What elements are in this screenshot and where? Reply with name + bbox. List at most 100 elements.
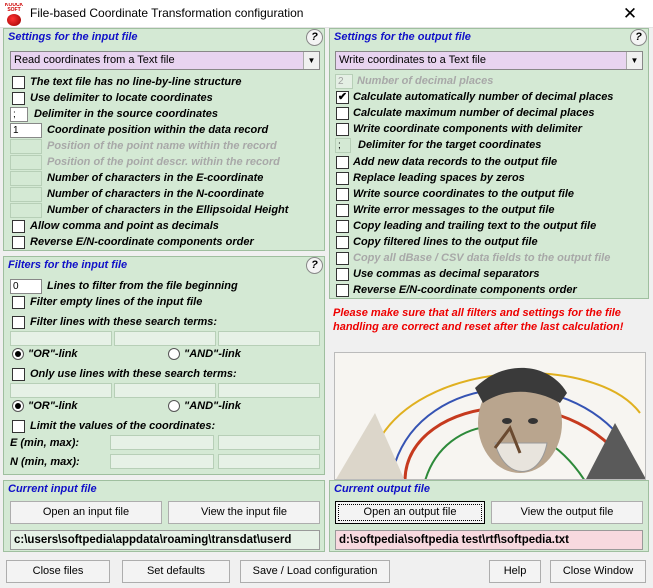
input-field-value[interactable] [10, 155, 42, 170]
only-and-label: "AND"-link [184, 400, 241, 412]
output-settings-title: Settings for the output file [334, 31, 471, 43]
view-output-button[interactable]: View the output file [491, 501, 643, 524]
n-min-input[interactable] [110, 454, 214, 469]
input-settings-title: Settings for the input file [8, 31, 138, 43]
only-term-3[interactable] [218, 383, 320, 398]
output-option-checkbox[interactable] [336, 188, 349, 201]
output-option-checkbox[interactable] [336, 156, 349, 169]
output-option-checkbox[interactable] [336, 172, 349, 185]
input-field-label: Number of characters in the Ellipsoidal … [47, 204, 289, 216]
view-input-button[interactable]: View the input file [168, 501, 320, 524]
open-output-button[interactable]: Open an output file [335, 501, 485, 524]
output-path-field[interactable]: d:\softpedia\softpedia test\rtf\softpedi… [335, 530, 643, 550]
filter-empty-label: Filter empty lines of the input file [30, 296, 203, 308]
filter-term-2[interactable] [114, 331, 216, 346]
output-delimiter-label: Delimiter for the target coordinates [358, 139, 542, 151]
filter-or-radio[interactable] [12, 348, 24, 360]
input-field-label: Number of characters in the N-coordinate [47, 188, 264, 200]
input-option-checkbox[interactable] [12, 92, 25, 105]
chevron-down-icon[interactable]: ▼ [626, 52, 642, 69]
filter-empty-checkbox[interactable] [12, 296, 25, 309]
only-and-radio[interactable] [168, 400, 180, 412]
output-option-checkbox[interactable] [336, 284, 349, 297]
close-window-button[interactable]: Close Window [550, 560, 646, 583]
filters-panel: Filters for the input file ? 0 Lines to … [3, 256, 325, 475]
filters-title: Filters for the input file [8, 259, 128, 271]
help-icon[interactable]: ? [306, 257, 323, 274]
input-format-value: Read coordinates from a Text file [14, 54, 175, 66]
set-defaults-button[interactable]: Set defaults [122, 560, 230, 583]
help-icon[interactable]: ? [630, 29, 647, 46]
input-format-select[interactable]: Read coordinates from a Text file ▼ [10, 51, 320, 70]
limit-values-checkbox[interactable] [12, 420, 25, 433]
only-term-2[interactable] [114, 383, 216, 398]
input-option-checkbox[interactable] [12, 76, 25, 89]
only-or-radio[interactable] [12, 400, 24, 412]
decimal-places-input[interactable]: 2 [335, 74, 353, 89]
output-option-label: Reverse E/N-coordinate components order [353, 284, 577, 296]
current-output-panel: Current output file Open an output file … [329, 480, 649, 552]
close-icon[interactable]: ✕ [615, 3, 645, 25]
close-files-button[interactable]: Close files [6, 560, 110, 583]
input-option-checkbox[interactable] [12, 236, 25, 249]
output-option-checkbox[interactable] [336, 107, 349, 120]
input-option-label: Use delimiter to locate coordinates [30, 92, 213, 104]
filter-or-label: "OR"-link [28, 348, 78, 360]
output-settings-panel: Settings for the output file ? Write coo… [329, 28, 649, 299]
filter-and-radio[interactable] [168, 348, 180, 360]
output-delimiter-field[interactable]: ; [335, 138, 351, 153]
input-field-value[interactable]: 1 [10, 123, 42, 138]
bottom-button-bar: Close files Set defaults Save / Load con… [0, 556, 653, 588]
only-terms-checkbox[interactable] [12, 368, 25, 381]
chevron-down-icon[interactable]: ▼ [303, 52, 319, 69]
input-field-label: Number of characters in the E-coordinate [47, 172, 264, 184]
only-term-1[interactable] [10, 383, 112, 398]
input-path-field[interactable]: c:\users\softpedia\appdata\roaming\trans… [10, 530, 320, 550]
input-field-label: Position of the point name within the re… [47, 140, 277, 152]
open-input-button[interactable]: Open an input file [10, 501, 162, 524]
lines-filter-input[interactable]: 0 [10, 279, 42, 294]
input-option-checkbox[interactable] [12, 220, 25, 233]
lines-filter-label: Lines to filter from the file beginning [47, 280, 238, 292]
save-load-config-button[interactable]: Save / Load configuration [240, 560, 390, 583]
help-button[interactable]: Help [489, 560, 541, 583]
input-delimiter-field[interactable]: ; [10, 107, 28, 122]
logo-text: KOUCK SOFT [4, 3, 24, 13]
e-min-input[interactable] [110, 435, 214, 450]
output-option-checkbox[interactable]: ✔ [336, 91, 349, 104]
filter-and-label: "AND"-link [184, 348, 241, 360]
limit-values-label: Limit the values of the coordinates: [30, 420, 216, 432]
output-option-checkbox[interactable] [336, 236, 349, 249]
output-option-label: Copy all dBase / CSV data fields to the … [353, 252, 611, 264]
input-field-value[interactable] [10, 203, 42, 218]
input-field-value[interactable] [10, 187, 42, 202]
output-option-checkbox[interactable] [336, 252, 349, 265]
input-field-value[interactable] [10, 171, 42, 186]
output-option-checkbox[interactable] [336, 220, 349, 233]
output-option-label: Calculate maximum number of decimal plac… [353, 107, 595, 119]
decorative-image [334, 352, 646, 480]
current-output-title: Current output file [334, 483, 430, 495]
window-title: File-based Coordinate Transformation con… [30, 6, 304, 20]
warning-text: Please make sure that all filters and se… [333, 307, 624, 333]
input-field-label: Position of the point descr. within the … [47, 156, 280, 168]
input-option-label: Allow comma and point as decimals [30, 220, 219, 232]
filter-term-3[interactable] [218, 331, 320, 346]
filter-terms-checkbox[interactable] [12, 316, 25, 329]
input-settings-panel: Settings for the input file ? Read coord… [3, 28, 325, 251]
output-option-checkbox[interactable] [336, 123, 349, 136]
filter-terms-label: Filter lines with these search terms: [30, 316, 218, 328]
help-icon[interactable]: ? [306, 29, 323, 46]
filter-term-1[interactable] [10, 331, 112, 346]
only-terms-label: Only use lines with these search terms: [30, 368, 237, 380]
output-option-checkbox[interactable] [336, 268, 349, 281]
current-input-title: Current input file [8, 483, 97, 495]
input-field-label: Coordinate position within the data reco… [47, 124, 269, 136]
app-logo-icon: KOUCK SOFT [4, 3, 24, 26]
e-max-input[interactable] [218, 435, 320, 450]
n-max-input[interactable] [218, 454, 320, 469]
output-option-checkbox[interactable] [336, 204, 349, 217]
input-field-value[interactable] [10, 139, 42, 154]
output-format-select[interactable]: Write coordinates to a Text file ▼ [335, 51, 643, 70]
output-option-label: Add new data records to the output file [353, 156, 558, 168]
